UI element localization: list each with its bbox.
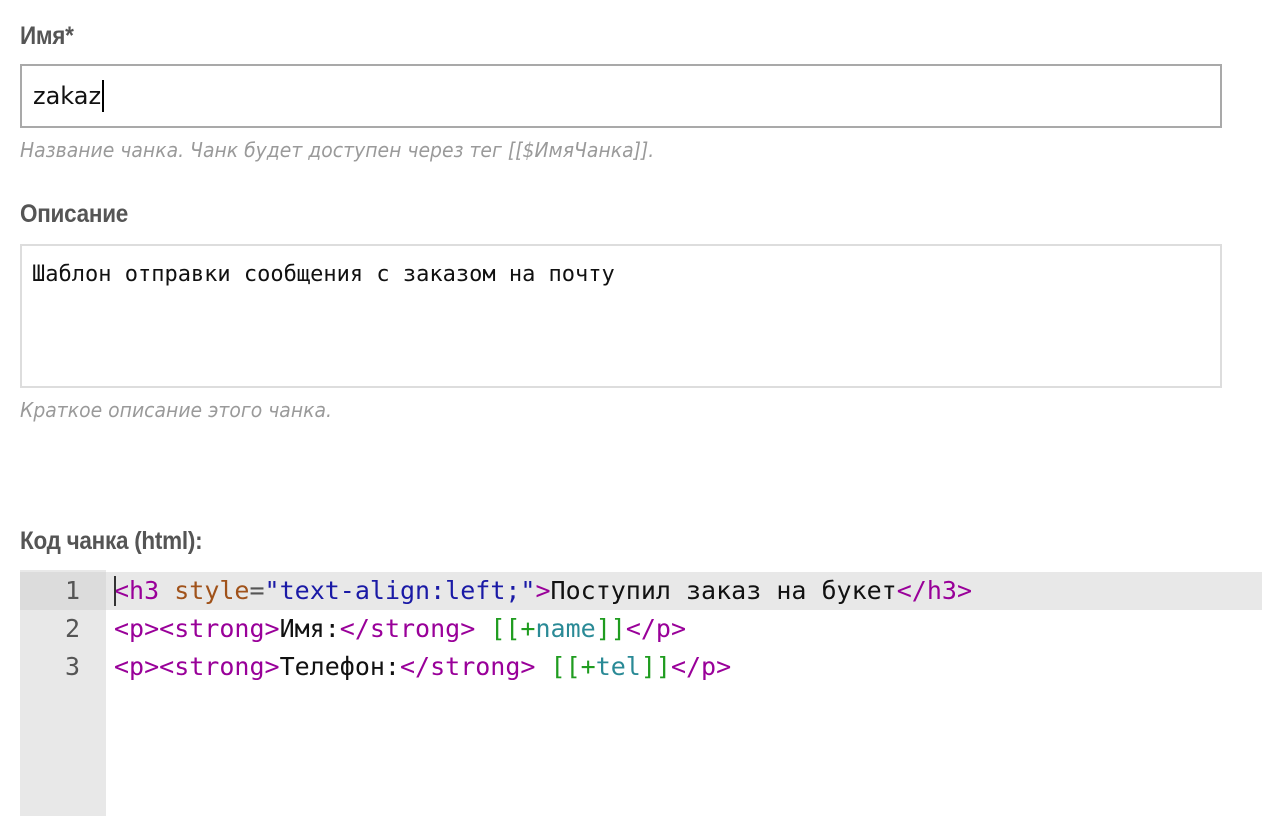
text-caret xyxy=(102,80,105,112)
code-field-label: Код чанка (html): xyxy=(20,527,203,555)
chunk-edit-form: Имя* zakaz Название чанка. Чанк будет до… xyxy=(0,0,1262,816)
code-token-ph: ]] xyxy=(595,614,626,643)
code-token-tag: </h3> xyxy=(896,576,972,605)
line-number: 3 xyxy=(64,652,80,681)
code-token-tag: <p><strong> xyxy=(114,652,280,681)
description-field-help: Краткое описание этого чанка. xyxy=(20,398,332,422)
code-line[interactable]: 3 <p><strong>Телефон:</strong> [[+tel]]</… xyxy=(20,648,1262,686)
code-token-text: Поступил заказ на букет xyxy=(550,576,897,605)
code-token-text: Телефон: xyxy=(279,652,400,681)
code-token-phname: tel xyxy=(595,652,641,681)
code-line-text[interactable]: <p><strong>Имя:</strong> [[+name]]</p> xyxy=(106,610,686,648)
description-textarea[interactable]: Шаблон отправки сообщения с заказом на п… xyxy=(20,244,1222,388)
code-token-str: "text-align:left;" xyxy=(264,576,536,605)
description-field-label: Описание xyxy=(20,200,128,228)
line-number: 1 xyxy=(20,572,106,610)
code-line-text[interactable]: <h3 style="text-align:left;">Поступил за… xyxy=(106,572,972,610)
code-line-text[interactable]: <p><strong>Телефон:</strong> [[+tel]]</p… xyxy=(106,648,731,686)
name-input[interactable]: zakaz xyxy=(20,64,1222,128)
code-token-ph: ]] xyxy=(640,652,671,681)
code-line[interactable]: 2 <p><strong>Имя:</strong> [[+name]]</p> xyxy=(20,610,1262,648)
code-line[interactable]: 1 <h3 style="text-align:left;">Поступил з… xyxy=(20,572,1262,610)
code-token-phname: name xyxy=(535,614,596,643)
name-field-help: Название чанка. Чанк будет доступен чере… xyxy=(20,138,655,162)
code-token-eq: = xyxy=(249,576,265,605)
code-token-tag: </strong> xyxy=(339,614,476,643)
code-token-tag: </strong> xyxy=(400,652,536,681)
code-token-text: Имя: xyxy=(279,614,340,643)
line-number: 2 xyxy=(64,614,80,643)
name-field-label: Имя* xyxy=(20,22,74,50)
editor-cursor xyxy=(114,576,116,606)
code-token-ph: [[+ xyxy=(490,614,536,643)
code-token-tag: <p><strong> xyxy=(114,614,280,643)
code-token-tag: </p> xyxy=(670,652,732,681)
name-input-value[interactable]: zakaz xyxy=(33,82,101,110)
code-editor[interactable]: 1 <h3 style="text-align:left;">Поступил з… xyxy=(20,570,1262,816)
code-token-tag: > xyxy=(535,576,551,605)
code-token-tag: </p> xyxy=(625,614,687,643)
code-token-attr: style xyxy=(174,576,250,605)
code-token-tag: <h3 xyxy=(114,576,160,605)
code-token-ph: [[+ xyxy=(550,652,596,681)
